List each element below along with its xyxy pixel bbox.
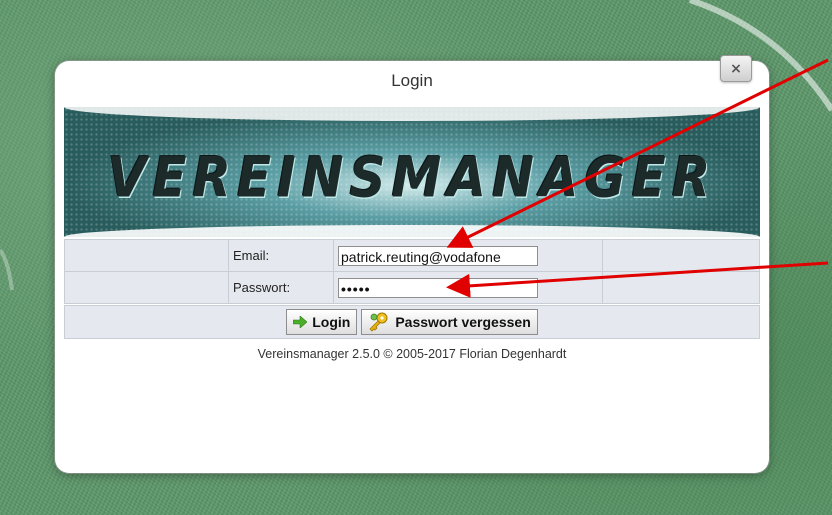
close-button[interactable]: × xyxy=(720,55,752,82)
password-row: Passwort: ••••• xyxy=(64,271,760,304)
dialog-title: Login xyxy=(391,71,433,90)
password-field[interactable]: ••••• xyxy=(338,277,538,298)
email-row: Email: patrick.reuting@vodafone xyxy=(64,239,760,272)
email-field[interactable]: patrick.reuting@vodafone xyxy=(338,245,538,266)
login-button[interactable]: Login xyxy=(286,309,358,335)
green-arrow-right-icon xyxy=(293,316,308,328)
forgot-password-button[interactable]: Passwort vergessen xyxy=(361,309,538,335)
close-icon: × xyxy=(730,60,742,77)
keys-icon xyxy=(369,312,388,332)
email-label: Email: xyxy=(228,239,334,272)
footer-copyright: Vereinsmanager 2.5.0 © 2005-2017 Florian… xyxy=(257,347,567,361)
password-label: Passwort: xyxy=(228,271,334,304)
vereinsmanager-banner: VEREINSMANAGER xyxy=(64,107,760,237)
forgot-password-label: Passwort vergessen xyxy=(395,314,531,330)
login-button-label: Login xyxy=(312,314,351,330)
login-dialog: Login × VEREINSMANAGER Email: patrick.re… xyxy=(55,55,769,473)
login-form: Email: patrick.reuting@vodafone Passwort… xyxy=(64,239,760,304)
button-row: Login Passwort vergessen xyxy=(64,305,760,339)
banner-logo-text: VEREINSMANAGER xyxy=(107,146,717,210)
